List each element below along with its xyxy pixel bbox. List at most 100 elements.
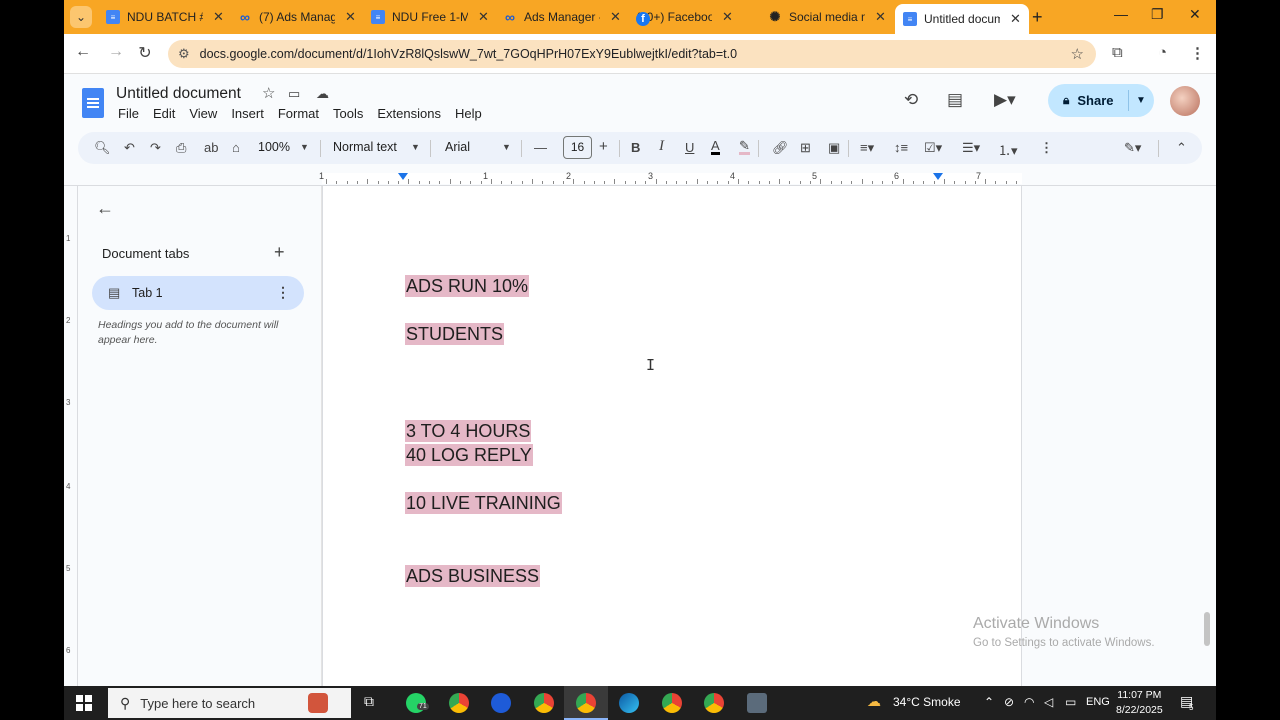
italic-icon[interactable]: I bbox=[659, 138, 664, 155]
style-select[interactable]: Normal text bbox=[333, 140, 397, 154]
battery-icon[interactable]: ▭ bbox=[1065, 695, 1076, 709]
close-icon[interactable]: ✕ bbox=[722, 9, 733, 25]
bold-icon[interactable]: B bbox=[631, 140, 640, 155]
menu-tools[interactable]: Tools bbox=[333, 106, 363, 121]
forward-icon[interactable]: → bbox=[106, 43, 126, 61]
version-history-icon[interactable]: ⟲ bbox=[904, 90, 918, 110]
font-select[interactable]: Arial bbox=[445, 140, 470, 154]
document-line[interactable]: STUDENTS bbox=[405, 323, 505, 345]
menu-extensions[interactable]: Extensions bbox=[377, 106, 441, 121]
print-icon[interactable]: ⎙ bbox=[176, 140, 186, 156]
editing-mode-icon[interactable]: ✎▾ bbox=[1124, 140, 1141, 156]
increase-font-icon[interactable]: + bbox=[599, 138, 608, 155]
line-spacing-icon[interactable]: ↕≡ bbox=[894, 140, 908, 155]
undo-icon[interactable]: ↶ bbox=[124, 140, 135, 156]
meet-icon[interactable]: ▶▾ bbox=[994, 90, 1016, 110]
star-icon[interactable]: ☆ bbox=[262, 84, 275, 102]
spellcheck-icon[interactable]: ab bbox=[204, 140, 218, 155]
underline-icon[interactable]: U bbox=[685, 140, 694, 155]
browser-tab[interactable]: ≡ NDU BATCH #3 ✕ bbox=[98, 4, 232, 30]
window-close-icon[interactable]: ✕ bbox=[1189, 6, 1201, 23]
language-indicator[interactable]: ENG bbox=[1086, 696, 1110, 708]
insert-image-icon[interactable]: ▣ bbox=[828, 140, 840, 156]
chrome-icon[interactable] bbox=[534, 693, 554, 713]
browser-tab-active[interactable]: ≡ Untitled docum ✕ bbox=[895, 4, 1029, 34]
menu-file[interactable]: File bbox=[118, 106, 139, 121]
browser-tab[interactable]: ∞ (7) Ads Manager ✕ bbox=[230, 4, 364, 30]
document-page[interactable]: ADS RUN 10% STUDENTS 3 TO 4 HOURS 40 LOG… bbox=[322, 186, 1022, 686]
close-icon[interactable]: ✕ bbox=[345, 9, 356, 25]
system-clock[interactable]: 11:07 PM 8/22/2025 bbox=[1116, 688, 1163, 718]
checklist-icon[interactable]: ☑▾ bbox=[924, 140, 942, 156]
browser-tab[interactable]: ≡ NDU Free 1-Mo ✕ bbox=[363, 4, 497, 30]
document-line[interactable]: 40 LOG REPLY bbox=[405, 444, 533, 466]
search-menus-icon[interactable]: 🔍︎ bbox=[94, 140, 111, 156]
extensions-icon[interactable]: ⧉ bbox=[1112, 44, 1123, 61]
browser-tab[interactable]: ∞ Ads Manager - ✕ bbox=[495, 4, 629, 30]
menu-edit[interactable]: Edit bbox=[153, 106, 175, 121]
whatsapp-icon[interactable]: 71 bbox=[406, 693, 429, 713]
close-icon[interactable]: ✕ bbox=[213, 9, 224, 25]
document-line[interactable]: ADS RUN 10% bbox=[405, 275, 530, 297]
edge-icon[interactable] bbox=[619, 693, 639, 713]
profile-icon[interactable]: ◔ bbox=[1158, 44, 1167, 61]
task-view-icon[interactable]: ⧉ bbox=[364, 693, 374, 710]
menu-view[interactable]: View bbox=[189, 106, 217, 121]
calculator-icon[interactable] bbox=[747, 693, 767, 713]
network-off-icon[interactable]: ⊘ bbox=[1004, 695, 1014, 709]
tray-chevron-icon[interactable]: ⌃ bbox=[984, 695, 994, 709]
document-line[interactable]: 10 LIVE TRAINING bbox=[405, 492, 562, 514]
chrome-icon[interactable] bbox=[449, 693, 469, 713]
menu-format[interactable]: Format bbox=[278, 106, 319, 121]
more-options-icon[interactable]: ⋮ bbox=[1040, 140, 1053, 156]
zoom-select[interactable]: 100% bbox=[258, 140, 290, 154]
app-icon[interactable] bbox=[491, 693, 511, 713]
font-dropdown-icon[interactable]: ▼ bbox=[502, 142, 511, 152]
avatar[interactable] bbox=[1170, 86, 1200, 116]
document-title[interactable]: Untitled document bbox=[116, 85, 241, 103]
add-tab-button[interactable]: + bbox=[274, 242, 285, 263]
align-icon[interactable]: ≡▾ bbox=[860, 140, 874, 156]
new-tab-button[interactable]: + bbox=[1032, 7, 1043, 28]
minimize-icon[interactable]: — bbox=[1114, 6, 1128, 22]
site-info-icon[interactable]: ⚙ bbox=[178, 46, 190, 62]
restore-icon[interactable]: ❐ bbox=[1151, 6, 1164, 23]
browser-tab[interactable]: ✺ Social media m ✕ bbox=[760, 4, 894, 30]
bookmark-star-icon[interactable]: ☆ bbox=[1071, 45, 1084, 63]
right-indent-marker[interactable] bbox=[933, 173, 943, 180]
weather-text[interactable]: 34°C Smoke bbox=[893, 695, 961, 709]
chrome-icon[interactable] bbox=[662, 693, 682, 713]
move-folder-icon[interactable]: ▭ bbox=[288, 86, 300, 102]
chrome-icon[interactable] bbox=[704, 693, 724, 713]
search-highlight-icon[interactable] bbox=[308, 693, 328, 713]
close-icon[interactable]: ✕ bbox=[1010, 11, 1021, 27]
browser-tab[interactable]: f (20+) Facebook ✕ bbox=[628, 4, 741, 30]
document-line[interactable]: 3 TO 4 HOURS bbox=[405, 420, 532, 442]
close-icon[interactable]: ✕ bbox=[610, 9, 621, 25]
paint-format-icon[interactable]: ⌂ bbox=[232, 140, 240, 155]
text-color-icon[interactable]: A bbox=[711, 139, 720, 155]
wifi-icon[interactable]: ◠ bbox=[1024, 695, 1034, 709]
decrease-font-icon[interactable]: — bbox=[534, 140, 547, 155]
weather-icon[interactable]: ☁ bbox=[867, 693, 881, 710]
zoom-dropdown-icon[interactable]: ▼ bbox=[300, 142, 309, 152]
redo-icon[interactable]: ↷ bbox=[150, 140, 161, 156]
close-icon[interactable]: ✕ bbox=[875, 9, 886, 25]
menu-icon[interactable]: ⋮ bbox=[1190, 44, 1205, 62]
windows-start-icon[interactable] bbox=[76, 695, 92, 711]
reload-icon[interactable]: ↻ bbox=[135, 43, 155, 63]
share-button[interactable]: 🔒︎ Share ▼ bbox=[1048, 84, 1154, 117]
menu-insert[interactable]: Insert bbox=[231, 106, 264, 121]
docs-logo-icon[interactable] bbox=[82, 88, 104, 118]
volume-icon[interactable]: ◁ bbox=[1044, 695, 1053, 709]
bulleted-list-icon[interactable]: ☰▾ bbox=[962, 140, 980, 156]
comments-icon[interactable]: ▤ bbox=[947, 90, 963, 110]
insert-link-icon[interactable]: 🔗︎ bbox=[772, 140, 789, 156]
tab-search-button[interactable]: ⌄ bbox=[70, 6, 92, 28]
chrome-icon[interactable] bbox=[576, 693, 596, 713]
font-size-input[interactable]: 16 bbox=[563, 136, 592, 159]
numbered-list-icon[interactable]: ⒈▾ bbox=[998, 140, 1018, 159]
share-dropdown-icon[interactable]: ▼ bbox=[1136, 95, 1146, 106]
style-dropdown-icon[interactable]: ▼ bbox=[411, 142, 420, 152]
add-comment-icon[interactable]: ⊞ bbox=[800, 140, 811, 156]
